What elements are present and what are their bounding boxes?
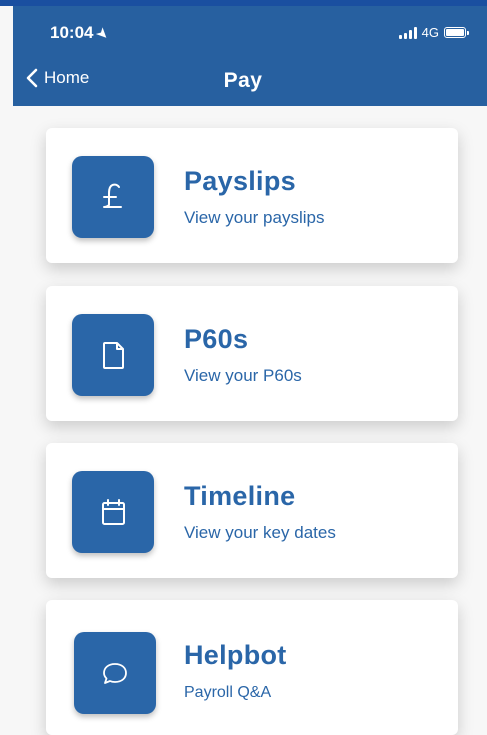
status-bar: 10:04➤ 4G [13,6,487,56]
card-title: Timeline [184,481,296,511]
document-icon [72,314,154,396]
card-subtitle: View your payslips [184,208,325,227]
calendar-icon [72,471,154,553]
card-title: Helpbot [184,640,287,670]
nav-bar: Home Pay [13,56,487,106]
helpbot-card[interactable]: Helpbot Payroll Q&A [46,600,458,735]
location-arrow-icon: ➤ [94,24,113,43]
status-time: 10:04➤ [50,23,112,43]
timeline-card[interactable]: Timeline View your key dates [46,443,458,578]
page-title: Pay [223,69,263,92]
time-text: 10:04 [50,23,94,42]
card-title: Payslips [184,166,296,196]
pound-icon [72,156,154,238]
signal-icon [398,26,417,39]
card-title: P60s [184,324,249,354]
status-indicators: 4G [398,25,469,40]
card-subtitle: View your key dates [184,523,336,542]
payslips-card[interactable]: Payslips View your payslips [46,128,458,263]
p60s-card[interactable]: P60s View your P60s [46,286,458,421]
battery-icon [444,27,469,38]
menu-list: Payslips View your payslips P60s View yo… [13,106,487,735]
card-subtitle: Payroll Q&A [184,684,272,701]
network-type: 4G [421,25,439,40]
card-subtitle: View your P60s [184,366,302,385]
chat-bubble-icon [74,632,156,714]
